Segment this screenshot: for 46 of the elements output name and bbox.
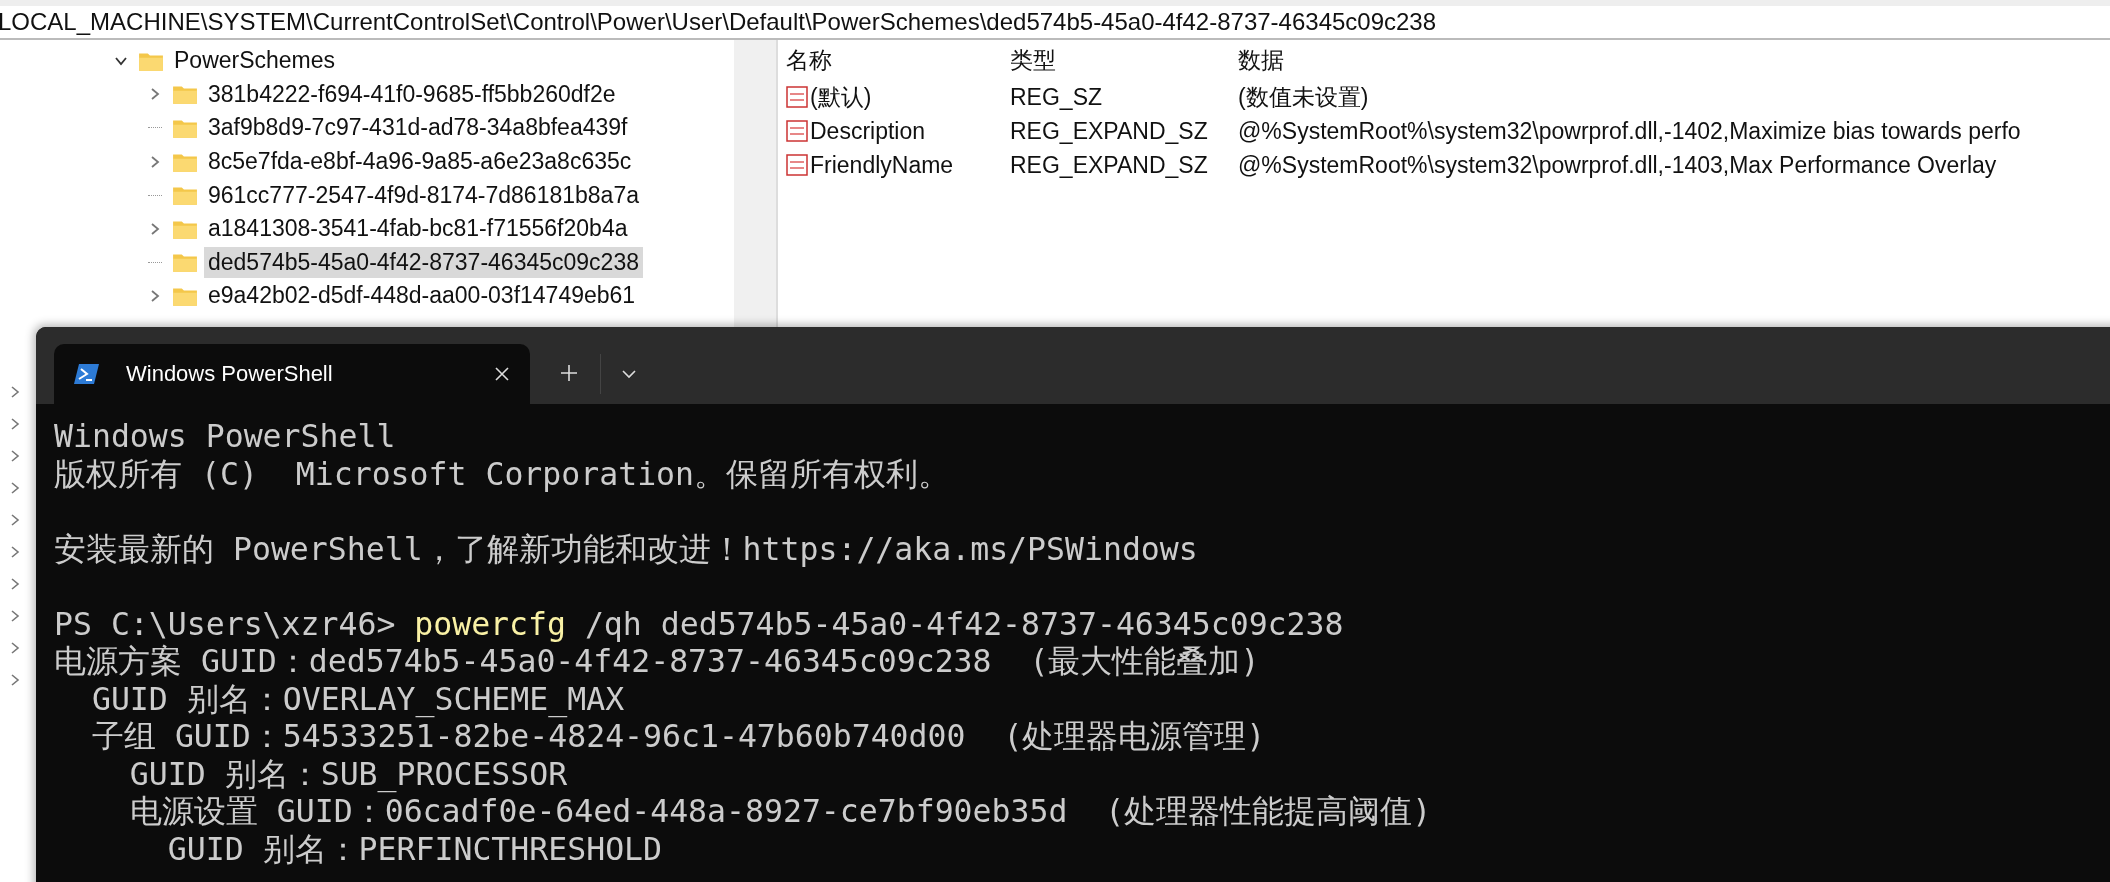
close-icon[interactable] [494,366,510,382]
folder-icon [172,251,198,274]
table-cell-text: REG_EXPAND_SZ [1010,117,1209,145]
tree-item[interactable]: PowerSchemes [170,45,340,77]
terminal-tab[interactable]: Windows PowerShell [54,344,530,404]
string-value-icon [786,154,808,176]
tree-item[interactable]: ded574b5-45a0-4f42-8737-46345c09c238 [204,246,643,278]
value-name[interactable]: (默认) [810,81,872,113]
tree-item[interactable]: 961cc777-2547-4f9d-8174-7d86181b8a7a [204,179,643,211]
terminal-line: GUID 别名：PERFINCTHRESHOLD [166,830,663,867]
prompt-text: PS C:\Users\xzr46> [54,605,396,642]
table-cell-text: REG_EXPAND_SZ [1010,151,1209,179]
table-cell-text: (数值未设置) [1238,82,1369,112]
tree-item[interactable]: 8c5e7fda-e8bf-4a96-9a85-a6e23a8c635c [204,146,636,178]
new-tab-icon[interactable] [560,364,578,382]
value-name[interactable]: FriendlyName [810,151,954,179]
string-value-icon [786,86,808,108]
column-header[interactable]: 类型 [1010,44,1238,76]
folder-icon [172,117,198,139]
terminal-line: 电源设置 GUID：06cadf0e-64ed-448a-8927-ce7bf90eb35d (处理器性能提高阈值) [128,793,1432,829]
folder-icon [172,83,198,106]
tree-item[interactable]: e9a42b02-d5df-448d-aa00-03f14749eb61 [204,280,640,312]
terminal-line: 版权所有 (C) Microsoft Corporation。保留所有权利。 [54,455,951,492]
column-header[interactable]: 名称 [786,44,1010,76]
terminal-line: 电源方案 GUID：ded574b5-45a0-4f42-8737-46345c09c238 (最大性能叠加) [54,643,1260,679]
column-header[interactable]: 数据 [1238,44,1284,76]
folder-icon [172,184,198,207]
address-bar[interactable]: LOCAL_MACHINE\SYSTEM\CurrentControlSet\Control\Power\User\Default\PowerSchemes\ded574b5-45a0-4f42-8737-46345c09c238 [0,0,2110,40]
terminal-line: GUID 别名：SUB_PROCESSOR [128,755,568,792]
terminal-line: 子组 GUID：54533251-82be-4824-96c1-47b60b740d00 (处理器电源管理) [90,718,1266,754]
table-cell-text: REG_SZ [1010,83,1104,111]
dropdown-icon[interactable] [621,369,637,379]
table-cell: @%SystemRoot%\system32\powrprof.dll,-1402,Maximize bias towards perfo [1238,117,2021,145]
tree-item[interactable]: 3af9b8d9-7c97-431d-ad78-34a8bfea439f [204,112,632,144]
value-name[interactable]: Description [810,117,926,145]
terminal-line: GUID 别名：OVERLAY_SCHEME_MAX [90,680,625,717]
terminal-line: Windows PowerShell [54,418,396,454]
command-text: powercfg [414,605,566,642]
command-arguments: /qh ded574b5-45a0-4f42-8737-46345c09c238 [584,605,1344,642]
table-cell: @%SystemRoot%\system32\powrprof.dll,-1403,Max Performance Overlay [1238,151,1997,179]
terminal-line: 安装最新的 PowerShell，了解新功能和改进！https://aka.ms/PSWindows [54,530,1198,567]
tree-item[interactable]: a1841308-3541-4fab-bc81-f71556f20b4a [204,213,632,245]
tree-item[interactable]: 381b4222-f694-41f0-9685-ff5bb260df2e [204,78,620,110]
scrollbar-track[interactable] [734,40,776,327]
powershell-icon [74,363,100,385]
string-value-icon [786,120,808,142]
